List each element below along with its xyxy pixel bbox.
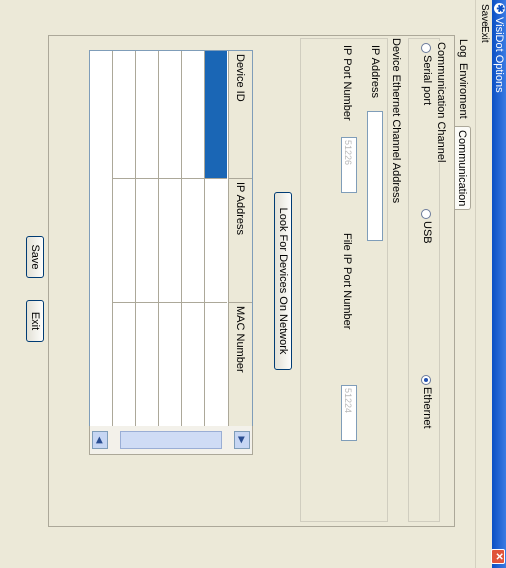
table-row[interactable] <box>112 51 135 427</box>
look-for-devices-button[interactable]: Look For Devices On Network <box>274 192 292 370</box>
ip-port-input[interactable]: 51226 <box>341 137 357 193</box>
ip-address-input[interactable] <box>367 111 383 241</box>
cell-ip-address[interactable] <box>136 179 158 303</box>
cell-mac-number[interactable] <box>136 303 158 427</box>
cell-ip-address[interactable] <box>113 179 135 303</box>
ethernet-address-group: IP Address IP Port Number 51226 File IP … <box>300 38 388 522</box>
column-device-id[interactable]: Device ID <box>228 51 252 179</box>
close-button[interactable]: ✕ <box>491 549 505 564</box>
table-row[interactable] <box>204 51 227 427</box>
scroll-right-button[interactable]: ▶ <box>234 431 250 449</box>
title-bar: ✱ VisiDot Options ✕ <box>491 0 506 568</box>
cell-ip-address[interactable] <box>205 179 227 303</box>
cell-device-id[interactable] <box>182 51 204 179</box>
cell-ip-address[interactable] <box>159 179 181 303</box>
tab-communication[interactable]: Communication <box>454 126 471 211</box>
usb-radio[interactable] <box>421 209 431 219</box>
cell-mac-number[interactable] <box>159 303 181 427</box>
ip-address-label: IP Address <box>369 45 381 98</box>
exit-button[interactable]: Exit <box>26 300 44 342</box>
table-row[interactable] <box>181 51 204 427</box>
file-ip-port-input[interactable]: 51224 <box>341 385 357 441</box>
cell-device-id[interactable] <box>136 51 158 179</box>
menu-bar: Save Exit <box>475 0 492 568</box>
menu-save[interactable]: Save <box>479 4 490 27</box>
menu-exit[interactable]: Exit <box>479 26 490 43</box>
cell-mac-number[interactable] <box>205 303 227 427</box>
ethernet-label: Ethernet <box>421 387 433 429</box>
cell-ip-address[interactable] <box>182 179 204 303</box>
scrollbar-thumb[interactable] <box>120 431 222 449</box>
communication-channel-group: Communication Channel Serial port USB Et… <box>408 38 447 522</box>
save-button[interactable]: Save <box>26 236 44 278</box>
column-ip-address[interactable]: IP Address <box>228 179 252 303</box>
options-window: ✱ VisiDot Options ✕ Save Exit Log Enviro… <box>0 0 506 568</box>
ethernet-radio[interactable] <box>421 375 431 385</box>
file-ip-port-label: File IP Port Number <box>341 233 353 330</box>
ethernet-address-title: Device Ethernet Channel Address <box>390 38 402 204</box>
cell-mac-number[interactable] <box>113 303 135 427</box>
communication-channel-title: Communication Channel <box>435 41 447 164</box>
ip-port-label: IP Port Number <box>341 45 353 121</box>
cell-mac-number[interactable] <box>182 303 204 427</box>
serial-port-radio[interactable] <box>421 43 431 53</box>
window-title: VisiDot Options <box>493 17 505 93</box>
tab-log[interactable]: Log <box>455 36 471 60</box>
tab-environment[interactable]: Enviroment <box>455 60 471 122</box>
table-row[interactable] <box>135 51 158 427</box>
cell-device-id[interactable] <box>159 51 181 179</box>
cell-device-id[interactable] <box>205 51 227 179</box>
devices-table: Device ID IP Address MAC Number <box>89 50 253 428</box>
serial-port-label: Serial port <box>421 55 433 106</box>
table-row[interactable] <box>158 51 181 427</box>
column-mac-number[interactable]: MAC Number <box>228 303 252 427</box>
app-icon: ✱ <box>494 3 505 14</box>
horizontal-scrollbar[interactable]: ▶ ◀ <box>89 426 253 455</box>
usb-label: USB <box>421 221 433 244</box>
cell-device-id[interactable] <box>113 51 135 179</box>
scroll-left-button[interactable]: ◀ <box>92 431 108 449</box>
